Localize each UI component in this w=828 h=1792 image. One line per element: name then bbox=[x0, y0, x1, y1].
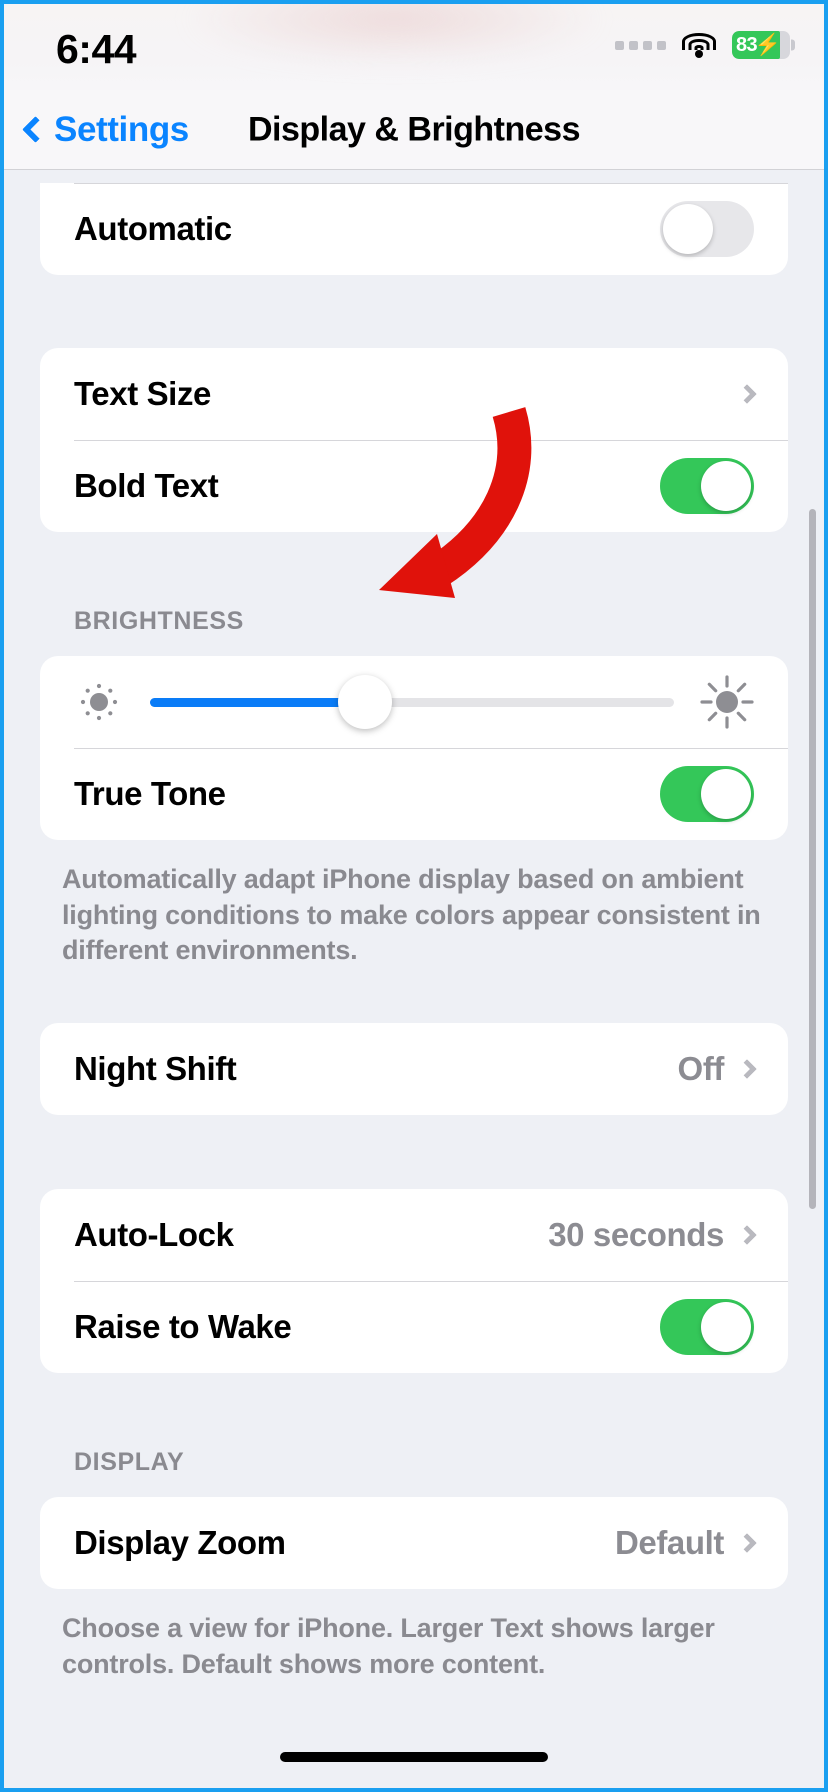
text-card: Text Size Bold Text bbox=[40, 348, 788, 532]
display-zoom-description: Choose a view for iPhone. Larger Text sh… bbox=[62, 1612, 715, 1679]
true-tone-description: Automatically adapt iPhone display based… bbox=[62, 864, 761, 966]
row-bold-text-label: Bold Text bbox=[74, 467, 219, 504]
row-automatic[interactable]: Automatic bbox=[40, 183, 788, 275]
true-tone-toggle[interactable] bbox=[660, 766, 754, 822]
charging-bolt-icon: ⚡ bbox=[754, 33, 781, 57]
settings-scroll-view[interactable]: Automatic Text Size Bold Text BRIGHTNESS… bbox=[4, 171, 824, 1788]
display-card: Display Zoom Default bbox=[40, 1496, 788, 1589]
phone-screen-frame: 6:44 83 ⚡ Settings Display & Brightness … bbox=[0, 0, 828, 1792]
row-auto-lock[interactable]: Auto-Lock 30 seconds bbox=[40, 1189, 788, 1281]
chevron-right-icon bbox=[737, 384, 757, 404]
chevron-right-icon bbox=[737, 1058, 757, 1079]
row-text-size[interactable]: Text Size bbox=[40, 348, 788, 440]
chevron-right-icon bbox=[737, 1532, 757, 1553]
status-bar-indicators: 83 ⚡ bbox=[615, 31, 795, 59]
bold-text-toggle[interactable] bbox=[660, 458, 754, 514]
status-bar: 6:44 83 ⚡ bbox=[4, 4, 824, 90]
page-title: Display & Brightness bbox=[248, 110, 580, 148]
row-true-tone[interactable]: True Tone bbox=[40, 748, 788, 840]
automatic-toggle[interactable] bbox=[660, 201, 754, 257]
status-bar-clock: 6:44 bbox=[56, 26, 137, 72]
row-night-shift-label: Night Shift bbox=[74, 1049, 237, 1087]
row-display-zoom-label: Display Zoom bbox=[74, 1523, 286, 1561]
status-bar-blur bbox=[184, 4, 604, 64]
row-automatic-label: Automatic bbox=[74, 210, 232, 247]
home-indicator bbox=[280, 1752, 548, 1762]
signal-dots-icon bbox=[615, 40, 666, 50]
row-night-shift-value: Off bbox=[677, 1049, 725, 1087]
row-auto-lock-label: Auto-Lock bbox=[74, 1215, 234, 1253]
scroll-indicator[interactable] bbox=[809, 509, 816, 1209]
raise-to-wake-toggle[interactable] bbox=[660, 1298, 754, 1355]
appearance-card: Automatic bbox=[40, 183, 788, 275]
brightness-track[interactable] bbox=[150, 675, 674, 729]
brightness-card: True Tone bbox=[40, 656, 788, 840]
row-text-size-label: Text Size bbox=[74, 375, 212, 412]
row-display-zoom[interactable]: Display Zoom Default bbox=[40, 1497, 788, 1589]
row-raise-to-wake-label: Raise to Wake bbox=[74, 1307, 292, 1345]
chevron-right-icon bbox=[737, 1224, 757, 1245]
row-auto-lock-value: 30 seconds bbox=[548, 1215, 724, 1253]
display-section-header: DISPLAY bbox=[74, 1447, 185, 1476]
brightness-slider-row[interactable] bbox=[40, 656, 788, 748]
sun-max-icon bbox=[696, 671, 758, 733]
wifi-icon bbox=[682, 32, 716, 58]
brightness-section-header: BRIGHTNESS bbox=[74, 607, 244, 635]
sun-min-icon bbox=[70, 673, 128, 731]
row-raise-to-wake[interactable]: Raise to Wake bbox=[40, 1280, 788, 1373]
row-bold-text[interactable]: Bold Text bbox=[40, 440, 788, 532]
night-shift-card: Night Shift Off bbox=[40, 1022, 788, 1115]
brightness-slider-thumb[interactable] bbox=[337, 675, 392, 729]
row-display-zoom-value: Default bbox=[614, 1523, 724, 1561]
navigation-bar: Settings Display & Brightness bbox=[4, 90, 824, 170]
lock-card: Auto-Lock 30 seconds Raise to Wake bbox=[40, 1188, 788, 1373]
row-true-tone-label: True Tone bbox=[74, 775, 226, 812]
battery-icon: 83 ⚡ bbox=[732, 31, 795, 59]
row-night-shift[interactable]: Night Shift Off bbox=[40, 1023, 788, 1115]
